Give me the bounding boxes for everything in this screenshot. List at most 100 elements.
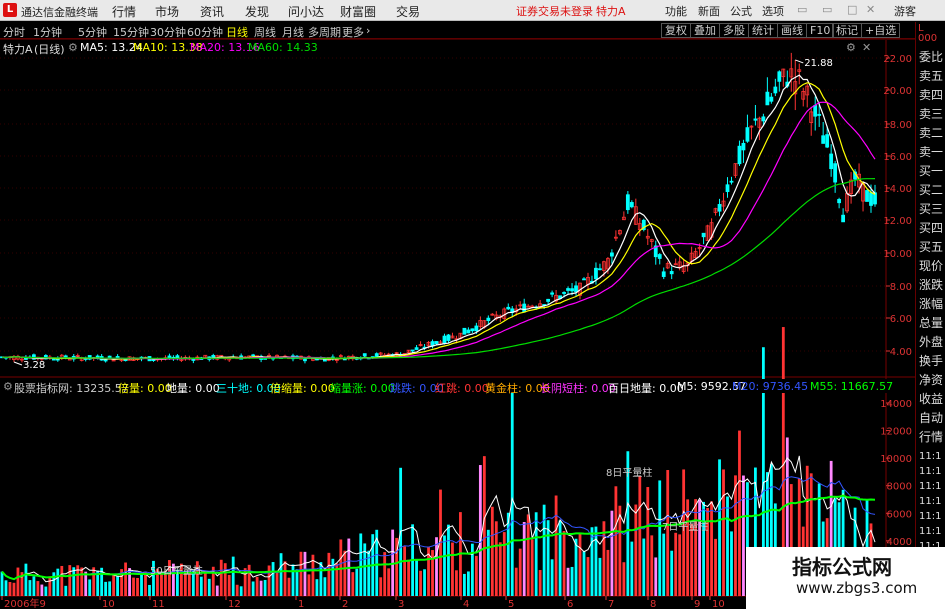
side-panel-item-15: 外盘 [919,335,944,349]
candle [773,78,778,97]
candle [554,289,558,305]
side-panel-item-20[interactable]: 行情 [919,430,943,445]
volume-bar [638,476,642,596]
candle [522,298,527,313]
volume-bar [734,475,737,596]
volume-bar [474,555,478,596]
date-tick-label: 4 [463,599,469,609]
side-panel-item-26: 11:1 [919,526,942,537]
date-tick-label: 3 [398,599,404,609]
date-tick-label: 8 [650,599,656,609]
volume-bar [92,567,96,596]
volume-bar [207,578,211,596]
quote-side-panel: L 000 委比 卖五 卖四 卖三 卖二 卖一 买一 买二 买三 买四 买五 现价 涨跌 涨幅 总量 外盘 换手… [915,22,945,609]
volume-bar [132,577,135,596]
volume-bar [108,581,112,596]
volume-indicator-1: 倍量: 0.00 [118,382,172,395]
candle [303,358,307,364]
volume-bar [4,580,8,596]
candle [490,313,495,316]
indicator-gear-icon[interactable]: ⚙ [3,380,13,393]
volume-bar [12,582,16,596]
volume-indicator-5: 缩量涨: 0.00 [330,382,395,395]
price-tick-label: 14.00 [883,184,912,195]
side-panel-item-6: 买一 [919,164,944,178]
volume-bar [642,538,646,596]
volume-bar [403,546,407,596]
volume-bar [387,568,391,596]
volume-bar [654,557,658,596]
volume-bar [379,577,383,596]
volume-bar [526,514,530,596]
volume-bar [287,577,291,596]
volume-bar [88,579,92,596]
volume-bar [518,548,522,596]
volume-bar [112,573,116,596]
candle [462,327,467,335]
candle [486,315,491,325]
side-panel-item-11: 现价 [919,259,944,273]
side-panel-item-19[interactable]: 自动 [919,411,943,426]
price-tick-label: 20.00 [883,86,912,97]
candle [629,200,634,209]
price-tick-label: 4.00 [890,347,912,358]
volume-bar [598,557,602,596]
volume-bar [187,574,191,596]
volume-bar [486,529,490,596]
volume-bar [554,495,558,596]
volume-bar [315,579,319,596]
volume-bar [690,523,694,596]
candle [801,87,806,107]
volume-bar [116,576,120,596]
volume-bar [267,565,271,596]
volume-bar [423,569,426,596]
side-panel-item-0: 委比 [919,50,944,64]
volume-bar [678,534,682,596]
candle [701,232,706,245]
side-panel-item-16: 换手 [919,354,944,368]
volume-bar [506,512,510,596]
volume-bar [0,571,4,596]
volume-bar [538,570,542,596]
side-panel-item-25: 11:1 [919,511,942,522]
volume-bar [219,559,223,596]
volume-bar [259,580,263,596]
volume-bar [451,542,454,596]
candle [809,107,814,136]
volume-bar [574,538,578,596]
watermark-url: www.zbgs3.com [796,579,918,597]
candle [813,96,818,131]
volume-indicator-2: 地量: 0.00 [166,382,220,395]
volume-bar [32,576,36,596]
volume-bar [283,561,287,596]
candle [805,83,810,108]
volume-bar [498,542,502,596]
volume-bar [578,533,582,596]
volume-bar [702,501,705,596]
chart-area[interactable]: 22.0020.0018.0016.0014.0012.0010.008.006… [0,0,945,609]
candle [414,345,419,350]
candle [777,70,782,92]
volume-info-line: ⚙ 股票指标网: 13235.57 倍量: 0.00 地量: 0.00 三十地: 0.0… [0,379,915,395]
date-tick-label: 10 [712,599,725,609]
volume-tick-label: 12000 [880,427,912,438]
candle [566,286,570,295]
volume-bar [550,559,554,596]
side-panel-item-10: 买五 [919,240,944,254]
candle [621,211,626,221]
candle [418,341,423,347]
volume-bar [443,535,446,596]
candle [446,333,451,344]
candle [665,261,670,270]
volume-bar [650,535,654,596]
candle [466,327,471,334]
volume-bar [295,569,299,596]
eight-day-label: 8日平量柱 [606,466,652,479]
candle [789,52,794,92]
volume-bar [610,510,614,596]
volume-bar [28,580,32,596]
candle [470,328,475,333]
volume-bar [594,526,598,596]
side-panel-item-23: 11:1 [919,481,942,492]
volume-bar [630,541,634,596]
